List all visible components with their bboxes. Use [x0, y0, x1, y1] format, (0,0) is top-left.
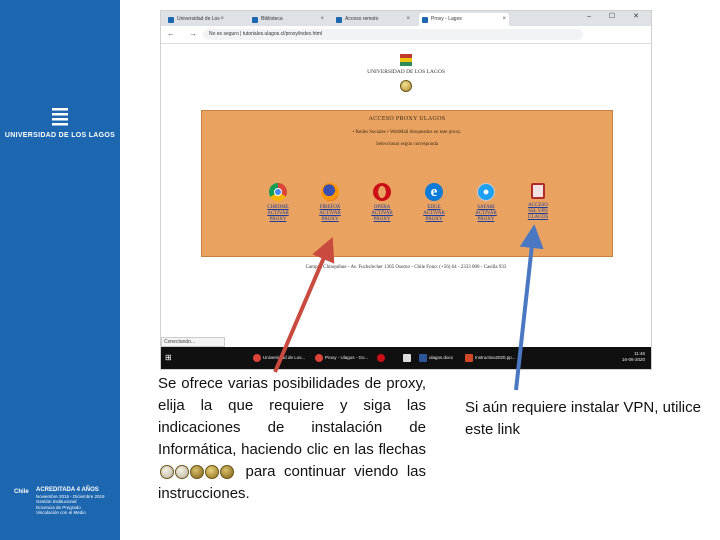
sidebar: UNIVERSIDAD DE LOS LAGOS Chile ACREDITAD…: [0, 0, 120, 540]
panel-bullet: • Redes Sociales • WebMail bloqueados en…: [352, 130, 462, 135]
app-icon: [403, 354, 411, 362]
arrow-coins-icons: [160, 461, 235, 483]
taskbar-item[interactable]: Universidad de Los...: [251, 351, 311, 365]
caption-vpn-instructions: Si aún requiere instalar VPN, utilice es…: [465, 399, 701, 438]
tab-label: Acceso remoto: [345, 16, 379, 22]
browser-tab[interactable]: Universidad de Los Lagos×: [165, 13, 227, 35]
opera-icon: [373, 183, 391, 201]
contact-footer: Campus Chinquihue - Av. Fuchslocher 1305…: [305, 265, 507, 270]
site-favicon-icon: [252, 17, 258, 23]
browser-option-label[interactable]: EDGE ACTIVAR PROXY: [409, 205, 459, 223]
window-controls[interactable]: – ☐ ✕: [587, 12, 647, 20]
firefox-icon: [321, 183, 339, 201]
vpn-lock-icon: [531, 183, 545, 199]
close-tab-icon[interactable]: ×: [220, 13, 224, 26]
status-bar: Conectando...: [161, 337, 225, 347]
proxy-arrow-coin-icon[interactable]: [400, 80, 412, 92]
panel-instruction: Seleccionar según corresponda: [376, 142, 438, 147]
browser-tab-bar: Universidad de Los Lagos× Biblioteca × Ac…: [161, 11, 651, 35]
browser-option-opera[interactable]: OPERA ACTIVAR PROXY: [357, 183, 407, 223]
taskbar-item[interactable]: [401, 351, 411, 365]
proxy-panel: ACCESO PROXY ULAGOS • Redes Sociales • W…: [201, 110, 613, 257]
taskbar-clock[interactable]: 11:46 16-06-2020: [622, 351, 645, 363]
browser-option-label[interactable]: FIREFOX ACTIVAR PROXY: [305, 205, 355, 223]
browser-option-firefox[interactable]: FIREFOX ACTIVAR PROXY: [305, 183, 355, 223]
browser-option-vpn[interactable]: ACCESO SSL VPN ULAGOS: [513, 183, 563, 221]
caption-proxy-instructions: Se ofrece varias posibilidades de proxy,…: [158, 373, 426, 505]
powerpoint-icon: [465, 354, 473, 362]
browser-tab[interactable]: Acceso remoto ×: [333, 13, 413, 26]
taskbar-item[interactable]: Proxy - Ulagos - Go...: [313, 351, 373, 365]
address-bar: ← → ✕ ⌂ No es seguro | tutoriales.ulagos…: [161, 26, 651, 44]
safari-icon: [477, 183, 495, 201]
close-tab-icon[interactable]: ×: [320, 13, 324, 26]
taskbar-item[interactable]: Instructivo2020.pp...: [463, 351, 523, 365]
chrome-icon: [269, 183, 287, 201]
page-university-logo: UNIVERSIDAD DE LOS LAGOS: [366, 54, 446, 92]
taskbar-item[interactable]: [375, 351, 385, 365]
accreditation-line: Vinculación con el Medio: [36, 510, 86, 515]
caption-text: Se ofrece varias posibilidades de proxy,…: [158, 375, 426, 458]
chrome-icon: [253, 354, 261, 362]
university-flag-icon: [400, 54, 412, 66]
opera-icon: [377, 354, 385, 362]
taskbar-label: ulagos.docx: [429, 355, 454, 360]
browser-option-edge[interactable]: e EDGE ACTIVAR PROXY: [409, 183, 459, 223]
chrome-icon: [315, 354, 323, 362]
browser-option-label[interactable]: SAFARI ACTIVAR PROXY: [461, 205, 511, 223]
edge-icon: e: [425, 183, 443, 201]
site-favicon-icon: [422, 17, 428, 23]
web-page: UNIVERSIDAD DE LOS LAGOS ACCESO PROXY UL…: [161, 44, 651, 344]
tab-label: Biblioteca: [261, 16, 283, 22]
windows-start-icon[interactable]: ⊞: [165, 351, 175, 365]
browser-tab-active[interactable]: Proxy - Lagos ×: [419, 13, 509, 26]
browser-options: CHROME ACTIVAR PROXY FIREFOX ACTIVAR PRO…: [202, 183, 612, 243]
browser-option-chrome[interactable]: CHROME ACTIVAR PROXY: [253, 183, 303, 223]
taskbar-label: Universidad de Los...: [263, 355, 306, 360]
browser-option-label[interactable]: OPERA ACTIVAR PROXY: [357, 205, 407, 223]
site-favicon-icon: [168, 17, 174, 23]
browser-screenshot: Universidad de Los Lagos× Biblioteca × Ac…: [160, 10, 652, 370]
accreditation-country: Chile: [14, 489, 29, 495]
university-logo: UNIVERSIDAD DE LOS LAGOS: [0, 106, 120, 139]
word-icon: [419, 354, 427, 362]
accreditation-badge: Chile ACREDITADA 4 AÑOS Noviembre 2015 -…: [14, 487, 114, 516]
institution-name: UNIVERSIDAD DE LOS LAGOS: [4, 132, 116, 139]
browser-option-label[interactable]: ACCESO SSL VPN ULAGOS: [513, 203, 563, 221]
page-university-name: UNIVERSIDAD DE LOS LAGOS: [367, 69, 445, 75]
panel-title: ACCESO PROXY ULAGOS: [368, 116, 446, 122]
close-tab-icon[interactable]: ×: [406, 13, 410, 26]
url-field[interactable]: No es seguro | tutoriales.ulagos.cl/prox…: [203, 29, 583, 40]
taskbar-label: Instructivo2020.pp...: [475, 355, 516, 360]
taskbar-label: Proxy - Ulagos - Go...: [325, 355, 369, 360]
browser-option-label[interactable]: CHROME ACTIVAR PROXY: [253, 205, 303, 223]
browser-option-safari[interactable]: SAFARI ACTIVAR PROXY: [461, 183, 511, 223]
taskbar-item[interactable]: ulagos.docx: [417, 351, 461, 365]
tab-label: Proxy - Lagos: [431, 16, 462, 22]
university-emblem-icon: [52, 108, 68, 126]
windows-taskbar: ⊞ Universidad de Los... Proxy - Ulagos -…: [161, 347, 651, 369]
site-favicon-icon: [336, 17, 342, 23]
clock-date: 16-06-2020: [621, 357, 645, 362]
browser-tab[interactable]: Biblioteca ×: [249, 13, 327, 26]
close-tab-icon[interactable]: ×: [502, 13, 506, 26]
